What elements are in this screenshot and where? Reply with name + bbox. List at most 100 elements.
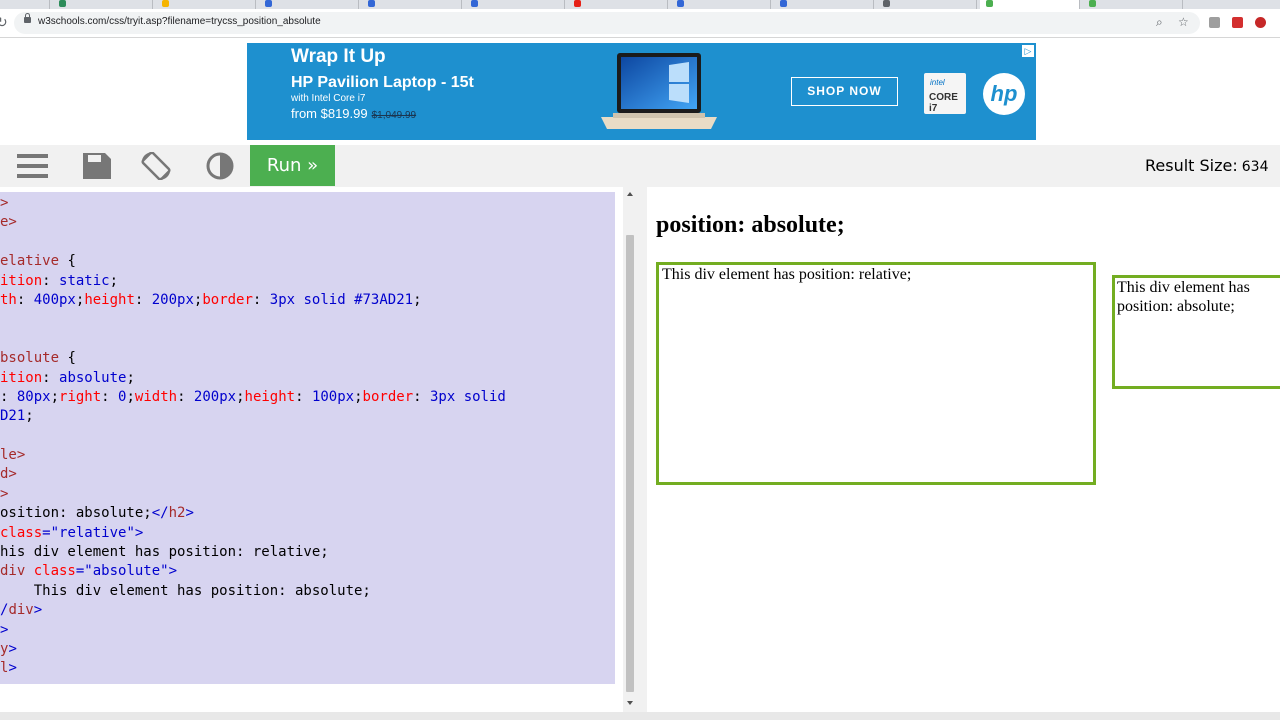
browser-tab[interactable]: [980, 0, 1080, 9]
code-token: border: [202, 291, 253, 308]
code-line[interactable]: y>: [0, 640, 506, 659]
code-line[interactable]: ition: static;: [0, 272, 506, 291]
ad-price: from $819.99 $1,049.99: [291, 106, 416, 121]
rotate-icon[interactable]: [140, 152, 172, 180]
ad-headline: Wrap It Up: [291, 46, 386, 67]
browser-tab[interactable]: [0, 0, 50, 9]
pocket-icon[interactable]: [1232, 17, 1243, 28]
code-line[interactable]: l>: [0, 659, 506, 678]
tab-favicon-icon: [368, 0, 375, 7]
save-icon[interactable]: [81, 152, 113, 180]
bookmark-star-icon[interactable]: ☆: [1178, 15, 1189, 29]
browser-tab[interactable]: [53, 0, 153, 9]
browser-tab[interactable]: [259, 0, 359, 9]
browser-tab[interactable]: [774, 0, 874, 9]
code-token: >: [0, 621, 9, 638]
scroll-down-icon[interactable]: [627, 701, 633, 705]
code-line[interactable]: [0, 233, 506, 252]
code-token: :: [252, 291, 270, 308]
code-token: This div element has position: absolute;: [0, 582, 371, 599]
code-token: :: [177, 388, 194, 405]
run-button[interactable]: Run »: [250, 145, 335, 186]
ad-choices-icon[interactable]: ▷: [1022, 45, 1034, 57]
code-token: :: [42, 369, 60, 386]
code-line[interactable]: >: [0, 621, 506, 640]
code-token: ;: [126, 369, 135, 386]
code-line[interactable]: e>: [0, 213, 506, 232]
code-token: :: [295, 388, 312, 405]
browser-tab[interactable]: [877, 0, 977, 9]
code-line[interactable]: class="relative">: [0, 524, 506, 543]
code-line[interactable]: div class="absolute">: [0, 562, 506, 581]
code-token: div: [8, 602, 34, 619]
ad-product-name: HP Pavilion Laptop - 15t: [291, 74, 474, 91]
code-line[interactable]: [0, 310, 506, 329]
code-token: ;: [354, 388, 363, 405]
zoom-icon[interactable]: ⌕: [1156, 15, 1163, 30]
code-token: :: [134, 291, 152, 308]
browser-tab[interactable]: [362, 0, 462, 9]
code-line[interactable]: /div>: [0, 601, 506, 620]
code-token: ="absolute">: [75, 563, 178, 580]
tab-favicon-icon: [265, 0, 272, 7]
code-token: div: [0, 563, 34, 580]
shop-now-button[interactable]: SHOP NOW: [791, 77, 898, 106]
code-editor[interactable]: > e> elative {ition: static; th: 400px;hei…: [0, 192, 615, 684]
code-line[interactable]: ition: absolute;: [0, 369, 506, 388]
code-line[interactable]: >: [0, 485, 506, 504]
menu-icon[interactable]: [16, 152, 48, 180]
result-size-value: 634: [1241, 159, 1269, 175]
scroll-up-icon[interactable]: [627, 192, 633, 196]
code-line[interactable]: elative {: [0, 252, 506, 271]
reload-icon[interactable]: ↻: [0, 15, 8, 31]
code-token: 200px: [151, 291, 194, 308]
ad-current-price: from $819.99: [291, 106, 368, 121]
url-text[interactable]: w3schools.com/css/tryit.asp?filename=try…: [38, 16, 321, 27]
browser-tab[interactable]: [568, 0, 668, 9]
url-omnibox[interactable]: w3schools.com/css/tryit.asp?filename=try…: [14, 12, 1200, 34]
code-line[interactable]: osition: absolute;</h2>: [0, 504, 506, 523]
code-line[interactable]: his div element has position: relative;: [0, 543, 506, 562]
code-token: class: [33, 563, 76, 580]
result-pane: position: absolute; This div element has…: [647, 187, 1280, 712]
code-line[interactable]: [0, 330, 506, 349]
code-token: elative: [0, 253, 60, 270]
code-token: 3px solid #73AD21: [269, 291, 414, 308]
browser-tab[interactable]: [156, 0, 256, 9]
code-token: >: [0, 485, 9, 502]
ad-subline: with Intel Core i7: [291, 93, 366, 104]
code-line[interactable]: bsolute {: [0, 349, 506, 368]
code-line[interactable]: This div element has position: absolute;: [0, 582, 506, 601]
extension-icon[interactable]: [1209, 17, 1220, 28]
code-line[interactable]: th: 400px;height: 200px;border: 3px soli…: [0, 291, 506, 310]
lock-icon: [24, 13, 31, 23]
code-token: :: [16, 291, 34, 308]
code-token: height: [84, 291, 135, 308]
browser-tab[interactable]: [671, 0, 771, 9]
code-line[interactable]: D21;: [0, 407, 506, 426]
code-line[interactable]: le>: [0, 446, 506, 465]
code-token: ;: [25, 408, 34, 425]
editor-scrollbar[interactable]: [623, 187, 637, 712]
code-line[interactable]: d>: [0, 465, 506, 484]
code-token: >: [185, 505, 194, 522]
contrast-icon[interactable]: [204, 152, 236, 180]
ad-banner[interactable]: ▷ Wrap It Up HP Pavilion Laptop - 15t wi…: [247, 43, 1036, 140]
bottom-strip: [0, 712, 1280, 720]
code-line[interactable]: : 80px;right: 0;width: 200px;height: 100…: [0, 388, 506, 407]
scroll-thumb[interactable]: [626, 235, 634, 692]
code-token: ition: [0, 369, 43, 386]
code-token: 80px: [16, 388, 51, 405]
extension-badge-icon[interactable]: [1255, 17, 1266, 28]
code-token: width: [134, 388, 178, 405]
code-text[interactable]: > e> elative {ition: static; th: 400px;hei…: [0, 194, 506, 679]
code-line[interactable]: [0, 427, 506, 446]
pane-divider[interactable]: [637, 187, 647, 712]
browser-tab[interactable]: [1083, 0, 1183, 9]
code-token: ;: [413, 291, 422, 308]
code-token: class: [0, 524, 43, 541]
code-token: 3px solid: [429, 388, 506, 405]
code-line[interactable]: >: [0, 194, 506, 213]
code-token: e>: [0, 214, 17, 231]
browser-tab[interactable]: [465, 0, 565, 9]
